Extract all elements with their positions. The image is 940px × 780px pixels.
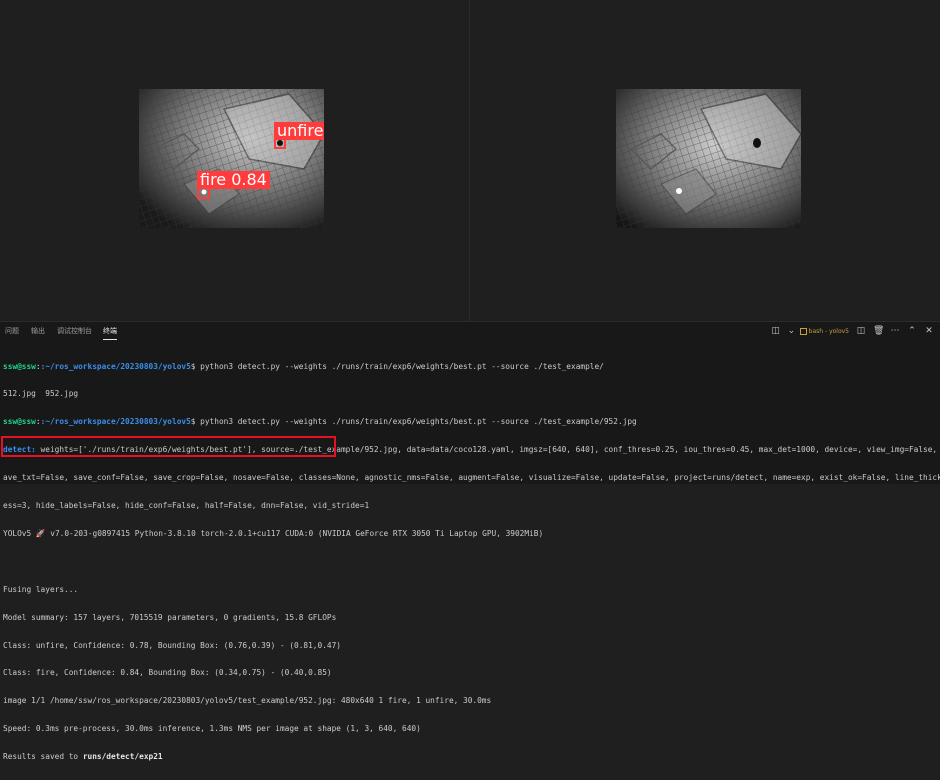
fire-label: fire 0.84	[197, 171, 270, 189]
split-terminal-icon[interactable]: ◫	[856, 326, 866, 336]
bottom-panel: 问题 输出 调试控制台 终端 ◫ ⌄ bash - yolov5 ◫ 🗑 ⋯ ⌃…	[0, 321, 940, 761]
terminal-line: 512.jpg 952.jpg	[3, 389, 79, 399]
unfire-label: unfire	[274, 122, 324, 140]
tab-terminal[interactable]: 终端	[103, 326, 117, 340]
terminal-line: image 1/1 /home/ssw/ros_workspace/202308…	[3, 696, 492, 706]
panel-toolbar: ◫ ⌄ bash - yolov5 ◫ 🗑 ⋯ ⌃ ✕	[771, 325, 934, 337]
trash-icon[interactable]: 🗑	[873, 326, 884, 336]
more-icon[interactable]: ⋯	[890, 326, 900, 336]
terminal-line: Class: unfire, Confidence: 0.78, Boundin…	[3, 640, 341, 650]
pane-divider	[469, 0, 470, 321]
terminal-name: bash - yolov5	[808, 327, 849, 335]
close-icon[interactable]: ✕	[924, 326, 934, 336]
tab-problems[interactable]: 问题	[5, 326, 19, 336]
fire-scene-image	[139, 89, 324, 228]
terminal-line: ssw@ssw::~/ros_workspace/20230803/yolov5…	[3, 361, 604, 371]
chevron-up-icon[interactable]: ⌃	[907, 326, 917, 336]
tab-debug-console[interactable]: 调试控制台	[57, 326, 92, 336]
terminal-output[interactable]: ssw@ssw::~/ros_workspace/20230803/yolov5…	[3, 343, 940, 780]
editor-area: unfire fire 0.84	[0, 0, 940, 321]
chevron-down-icon[interactable]: ⌄	[788, 326, 796, 336]
terminal-icon	[799, 327, 807, 335]
terminal-line: Model summary: 157 layers, 7015519 param…	[3, 612, 337, 622]
layout-icon[interactable]: ◫	[771, 326, 781, 336]
tab-output[interactable]: 输出	[31, 326, 45, 336]
terminal-line: Results saved to runs/detect/exp21	[3, 752, 163, 762]
terminal-line: YOLOv5 🚀 v7.0-203-g0897415 Python-3.8.10…	[3, 528, 544, 538]
terminal-line: ess=3, hide_labels=False, hide_conf=Fals…	[3, 501, 370, 511]
terminal-selector[interactable]: bash - yolov5	[799, 327, 849, 335]
terminal-line: Speed: 0.3ms pre-process, 30.0ms inferen…	[3, 724, 421, 734]
terminal-line: ave_txt=False, save_conf=False, save_cro…	[3, 473, 940, 483]
terminal-line: Class: fire, Confidence: 0.84, Bounding …	[3, 668, 332, 678]
detection-result-image: unfire fire 0.84	[139, 89, 324, 228]
fire-scene-original-image	[616, 89, 801, 228]
annotation-highlight-box	[1, 436, 336, 457]
source-image	[616, 89, 801, 228]
terminal-line: Fusing layers...	[3, 584, 79, 594]
terminal-line: ssw@ssw::~/ros_workspace/20230803/yolov5…	[3, 417, 637, 427]
